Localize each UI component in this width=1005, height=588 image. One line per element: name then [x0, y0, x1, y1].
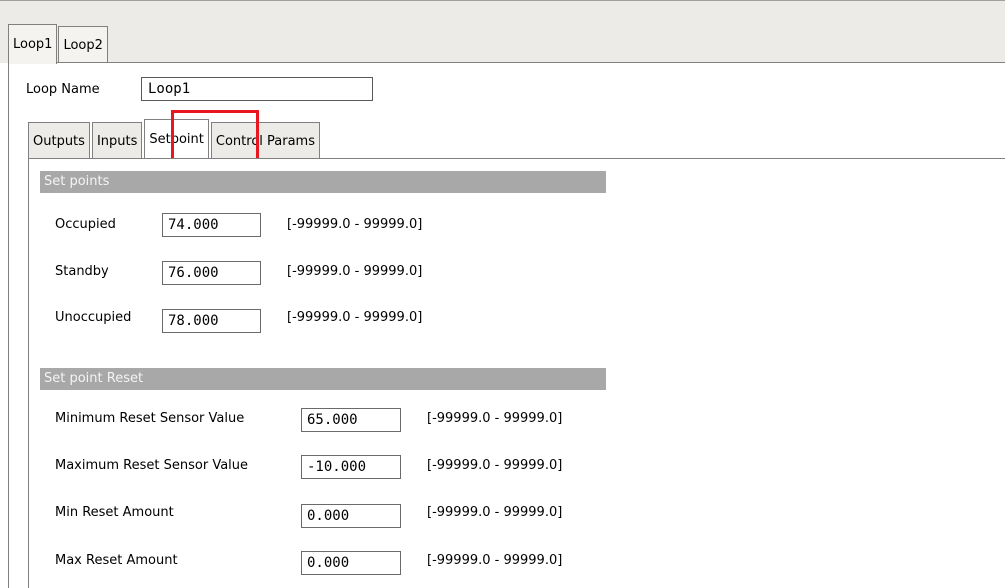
max-reset-amount-range: [-99999.0 - 99999.0] [427, 553, 563, 568]
tab-outputs[interactable]: Outputs [28, 122, 90, 159]
outer-tab-strip: Loop1 Loop2 [0, 0, 1005, 64]
setpoint-reset-section-header: Set point Reset [40, 368, 606, 390]
standby-label: Standby [55, 264, 109, 279]
tab-inputs[interactable]: Inputs [91, 122, 143, 159]
max-reset-amount-label: Max Reset Amount [55, 553, 178, 568]
tab-setpoint[interactable]: Setpoint [144, 119, 209, 159]
min-reset-amount-input[interactable] [301, 504, 401, 528]
min-reset-amount-range: [-99999.0 - 99999.0] [427, 505, 563, 520]
loop-panel: Loop Name Outputs Inputs Setpoint Contro… [8, 62, 1005, 588]
max-reset-amount-input[interactable] [301, 551, 401, 575]
loop-name-input[interactable] [141, 77, 373, 101]
inner-tabs: Outputs Inputs Setpoint Control Params [28, 119, 320, 159]
unoccupied-label: Unoccupied [55, 310, 132, 325]
max-reset-sensor-input[interactable] [301, 455, 401, 479]
tab-loop1[interactable]: Loop1 [8, 24, 58, 64]
unoccupied-input[interactable] [162, 309, 261, 333]
max-reset-sensor-range: [-99999.0 - 99999.0] [427, 458, 563, 473]
occupied-input[interactable] [162, 213, 261, 237]
tab-control-params[interactable]: Control Params [210, 122, 320, 159]
loop-config-window: Loop1 Loop2 Loop Name Outputs Inputs Set… [0, 0, 1005, 588]
loop-name-label: Loop Name [26, 82, 100, 97]
max-reset-sensor-label: Maximum Reset Sensor Value [55, 458, 249, 473]
min-reset-amount-label: Min Reset Amount [55, 505, 174, 520]
setpoint-panel: Set points Occupied [-99999.0 - 99999.0]… [28, 158, 1005, 588]
occupied-range: [-99999.0 - 99999.0] [287, 217, 423, 232]
min-reset-sensor-range: [-99999.0 - 99999.0] [427, 411, 563, 426]
unoccupied-range: [-99999.0 - 99999.0] [287, 310, 423, 325]
min-reset-sensor-label: Minimum Reset Sensor Value [55, 411, 245, 426]
standby-input[interactable] [162, 261, 261, 285]
tab-loop2[interactable]: Loop2 [58, 26, 108, 64]
standby-range: [-99999.0 - 99999.0] [287, 264, 423, 279]
setpoints-section-header: Set points [40, 171, 606, 193]
outer-tabs: Loop1 Loop2 [8, 24, 108, 64]
min-reset-sensor-input[interactable] [301, 408, 401, 432]
occupied-label: Occupied [55, 217, 116, 232]
